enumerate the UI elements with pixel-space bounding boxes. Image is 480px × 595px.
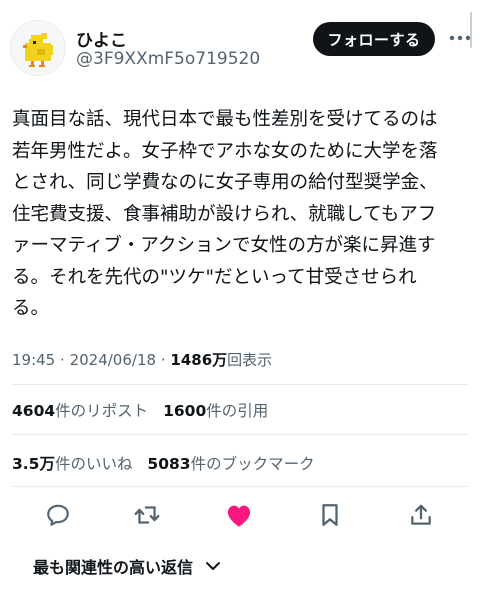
divider	[12, 486, 468, 487]
tweet-text-line: ァーマティブ・アクションで女性の方が楽に昇進す	[12, 235, 436, 256]
tweet-text: 真面目な話、現代日本で最も性差別を受けてるのは 若年男性だよ。女子枠でアホな女の…	[12, 104, 472, 325]
reposts-stat[interactable]: 4604件のリポスト	[12, 402, 148, 420]
views-count: 1486万	[170, 351, 228, 369]
likes-count: 3.5万	[12, 455, 55, 473]
repost-icon	[134, 506, 160, 524]
more-options-button[interactable]	[448, 28, 472, 48]
repost-button[interactable]	[129, 497, 165, 533]
meta-separator: ·	[160, 351, 166, 369]
bookmarks-count: 5083	[147, 455, 191, 473]
follow-button[interactable]: フォローする	[313, 22, 435, 56]
chick-pixel-icon	[11, 21, 65, 75]
divider	[12, 384, 468, 385]
replies-sort-label: 最も関連性の高い返信	[33, 558, 194, 577]
share-button[interactable]	[403, 497, 439, 533]
tweet-text-line: 若年男性だよ。女子枠でアホな女のために大学を落	[12, 140, 438, 162]
tweet-text-line: 真面目な話、現代日本で最も性差別を受けてるのは	[12, 109, 438, 130]
reposts-count: 4604	[12, 402, 56, 420]
bookmarks-label: 件のブックマーク	[190, 455, 315, 473]
reply-icon	[47, 504, 69, 526]
divider	[12, 434, 468, 435]
likes-label: 件のいいね	[54, 455, 133, 473]
share-icon	[411, 504, 431, 525]
tweet-text-line: とされ、同じ学費なのに女子専用の給付型奨学金、	[12, 172, 438, 193]
tweet-detail-page: ひよこ @3F9XXmF5o719520 フォローする 真面目な話、現代日本で最…	[0, 0, 480, 595]
author-handle[interactable]: @3F9XXmF5o719520	[76, 49, 260, 69]
likes-stat[interactable]: 3.5万件のいいね	[12, 455, 132, 473]
bookmarks-stat[interactable]: 5083件のブックマーク	[147, 455, 314, 473]
author-display-name[interactable]: ひよこ	[76, 26, 127, 51]
replies-sort-dropdown[interactable]: 最も関連性の高い返信	[33, 554, 221, 578]
quotes-count: 1600	[163, 402, 207, 420]
tweet-time[interactable]: 19:45	[12, 351, 55, 369]
tweet-text-line: 住宅費支援、食事補助が設けられ、就職してもアフ	[12, 203, 437, 225]
tweet-text-line: る。	[12, 298, 50, 319]
bookmark-icon	[322, 504, 338, 526]
scroll-indicator	[470, 12, 472, 48]
stats-row-reposts: 4604件のリポスト 1600件の引用	[12, 399, 278, 421]
tweet-meta: 19:45 · 2024/06/18 · 1486万回表示	[12, 349, 272, 370]
meta-separator: ·	[60, 351, 65, 369]
reply-button[interactable]	[40, 497, 76, 533]
tweet-actions	[0, 497, 480, 533]
chevron-down-icon	[205, 561, 221, 571]
avatar[interactable]	[10, 20, 66, 76]
like-button[interactable]	[221, 497, 257, 533]
bookmark-button[interactable]	[312, 497, 348, 533]
quotes-label: 件の引用	[206, 402, 269, 420]
tweet-date[interactable]: 2024/06/18	[70, 351, 156, 369]
reposts-label: 件のリポスト	[55, 402, 149, 420]
quotes-stat[interactable]: 1600件の引用	[163, 402, 268, 420]
heart-icon	[227, 505, 251, 527]
stats-row-likes: 3.5万件のいいね 5083件のブックマーク	[12, 452, 325, 474]
tweet-text-line: る。それを先代の"ツケ"だといって甘受させられ	[12, 266, 417, 288]
more-dots-icon	[449, 35, 471, 41]
views-label: 回表示	[227, 351, 273, 369]
